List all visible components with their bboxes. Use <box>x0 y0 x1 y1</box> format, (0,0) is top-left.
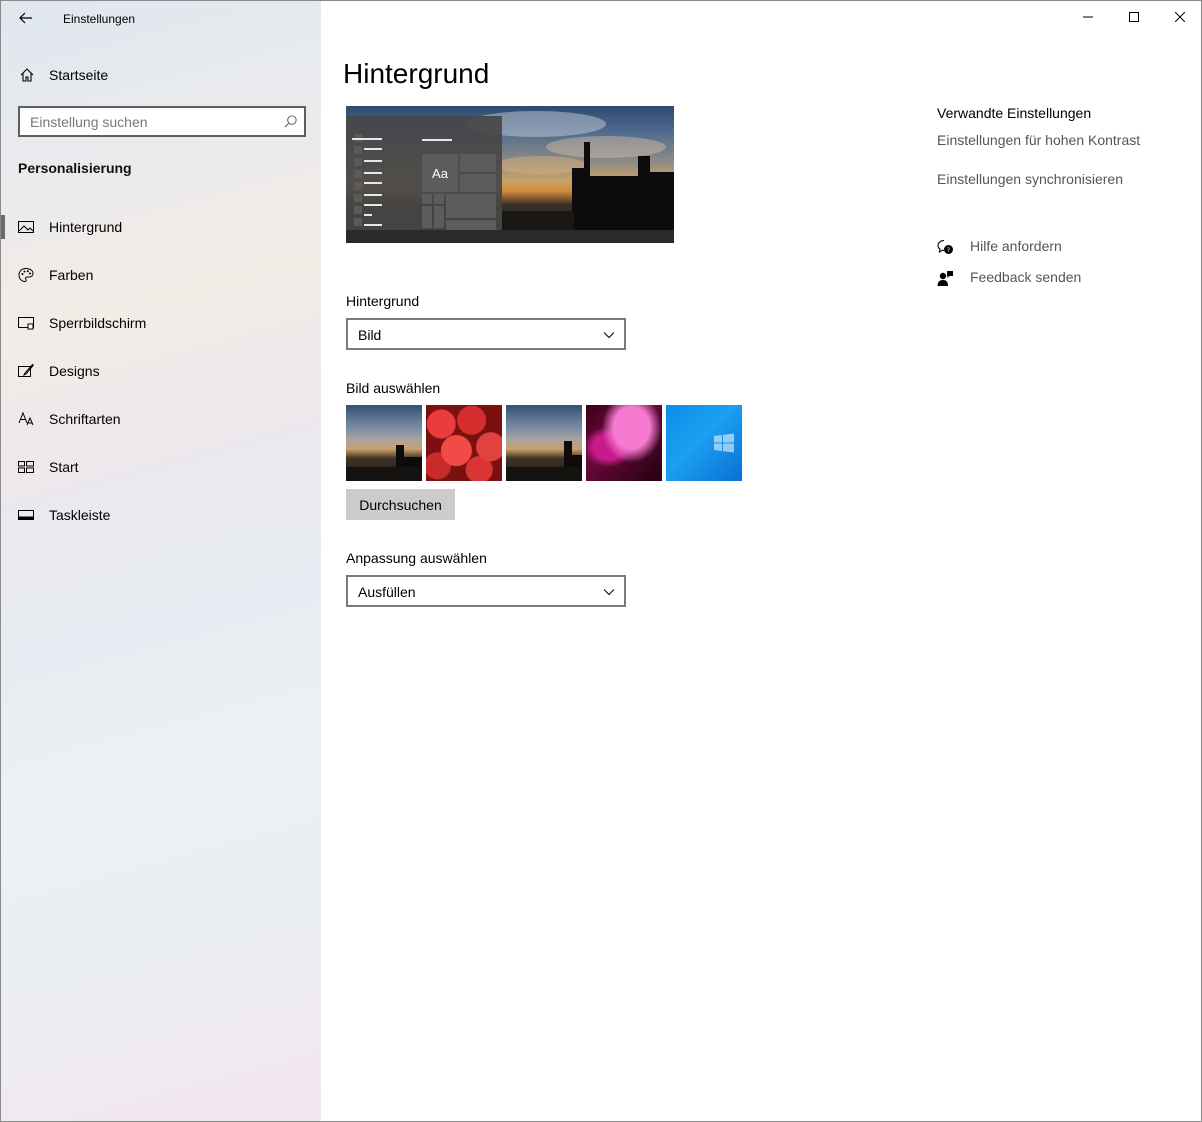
windows-logo-icon <box>714 433 734 453</box>
picture-thumbnail-3[interactable] <box>506 405 582 481</box>
preview-start-menu: Aa <box>346 116 502 240</box>
fit-dropdown[interactable]: Ausfüllen <box>346 575 626 607</box>
related-settings-heading: Verwandte Einstellungen <box>937 105 1092 121</box>
high-contrast-link[interactable]: Einstellungen für hohen Kontrast <box>937 132 1140 148</box>
feedback-label: Feedback senden <box>970 269 1082 285</box>
help-chat-icon: ? <box>937 239 953 254</box>
browse-button[interactable]: Durchsuchen <box>346 489 455 520</box>
home-label: Startseite <box>49 67 109 83</box>
picture-thumbnails <box>346 405 742 481</box>
sidebar-item-label: Designs <box>49 363 100 379</box>
sidebar-item-schriftarten[interactable]: Schriftarten <box>1 395 321 443</box>
section-title: Personalisierung <box>18 160 132 176</box>
fonts-icon <box>18 411 34 426</box>
chevron-down-icon <box>603 332 615 339</box>
sidebar-item-sperrbildschirm[interactable]: Sperrbildschirm <box>1 299 321 347</box>
sidebar-nav: Hintergrund Farben Sperrbildschirm Desig… <box>1 203 321 539</box>
preview-tile-text: Aa <box>422 154 458 192</box>
background-type-value: Bild <box>358 327 382 343</box>
search-box[interactable] <box>18 106 306 137</box>
svg-text:?: ? <box>947 246 950 254</box>
back-button[interactable] <box>11 5 41 31</box>
sidebar-item-label: Start <box>49 459 79 475</box>
minimize-button[interactable] <box>1065 1 1111 33</box>
get-help-label: Hilfe anfordern <box>970 238 1062 254</box>
sidebar-item-farben[interactable]: Farben <box>1 251 321 299</box>
background-type-dropdown[interactable]: Bild <box>346 318 626 350</box>
picture-thumbnail-2[interactable] <box>426 405 502 481</box>
close-button[interactable] <box>1157 1 1201 33</box>
picture-icon <box>18 221 34 233</box>
main-content: Hintergrund Aa Hintergrund Bild Bild aus… <box>321 1 1201 1121</box>
fit-label: Anpassung auswählen <box>346 550 487 566</box>
sidebar-item-label: Schriftarten <box>49 411 121 427</box>
chevron-down-icon <box>603 589 615 596</box>
minimize-icon <box>1083 16 1093 18</box>
sidebar-item-taskleiste[interactable]: Taskleiste <box>1 491 321 539</box>
close-icon <box>1175 12 1185 22</box>
designs-icon <box>18 363 34 377</box>
picture-thumbnail-1[interactable] <box>346 405 422 481</box>
fit-value: Ausfüllen <box>358 584 416 600</box>
picture-thumbnail-5[interactable] <box>666 405 742 481</box>
start-icon <box>18 461 34 473</box>
background-type-label: Hintergrund <box>346 293 420 309</box>
maximize-button[interactable] <box>1111 1 1157 33</box>
settings-window: Einstellungen Startseite Personalisierun… <box>0 0 1202 1122</box>
search-icon[interactable] <box>283 114 298 129</box>
maximize-icon <box>1129 12 1139 22</box>
search-input[interactable] <box>20 108 274 135</box>
window-caption-buttons <box>1065 1 1201 33</box>
feedback-icon <box>937 271 953 286</box>
lockscreen-icon <box>18 317 34 330</box>
home-link[interactable]: Startseite <box>1 59 321 91</box>
background-preview: Aa <box>346 106 674 243</box>
choose-picture-label: Bild auswählen <box>346 380 441 396</box>
app-title: Einstellungen <box>63 12 136 26</box>
sidebar-item-start[interactable]: Start <box>1 443 321 491</box>
taskbar-icon <box>18 510 34 520</box>
page-title: Hintergrund <box>343 58 490 89</box>
back-arrow-icon <box>19 12 32 24</box>
palette-icon <box>18 267 34 283</box>
sidebar-item-label: Farben <box>49 267 94 283</box>
sidebar-item-label: Taskleiste <box>49 507 111 523</box>
sidebar-item-designs[interactable]: Designs <box>1 347 321 395</box>
preview-taskbar <box>346 230 674 243</box>
sidebar-item-label: Sperrbildschirm <box>49 315 147 331</box>
home-icon <box>20 68 34 82</box>
picture-thumbnail-4[interactable] <box>586 405 662 481</box>
sync-settings-link[interactable]: Einstellungen synchronisieren <box>937 171 1123 187</box>
sidebar-item-label: Hintergrund <box>49 219 123 235</box>
sidebar: Einstellungen Startseite Personalisierun… <box>1 1 321 1121</box>
sidebar-item-hintergrund[interactable]: Hintergrund <box>1 203 321 251</box>
